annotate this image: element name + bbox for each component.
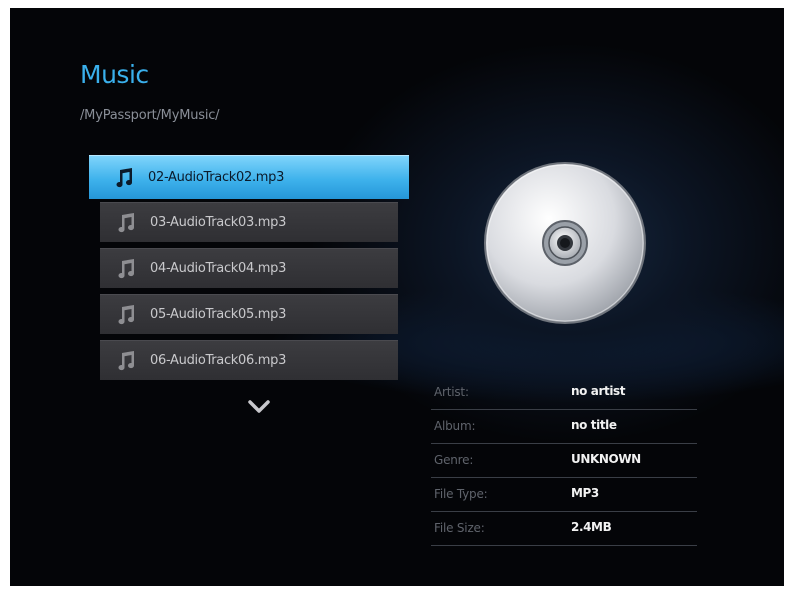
track-label: 06-AudioTrack06.mp3 [150, 353, 287, 368]
detail-value: 2.4MB [571, 520, 612, 534]
detail-value: UNKNOWN [571, 452, 641, 466]
track-item[interactable]: 04-AudioTrack04.mp3 [100, 248, 398, 288]
track-item[interactable]: 05-AudioTrack05.mp3 [100, 294, 398, 334]
detail-label: File Size: [434, 521, 485, 535]
chevron-down-icon[interactable] [248, 400, 270, 414]
track-label: 03-AudioTrack03.mp3 [150, 215, 287, 230]
detail-row-genre: Genre: UNKNOWN [431, 444, 697, 478]
detail-value: no title [571, 418, 617, 432]
music-note-icon [116, 167, 133, 187]
music-note-icon [118, 212, 135, 232]
page-title: Music [80, 60, 149, 89]
detail-row-file-type: File Type: MP3 [431, 478, 697, 512]
track-item[interactable]: 03-AudioTrack03.mp3 [100, 202, 398, 242]
track-details: Artist: no artist Album: no title Genre:… [431, 376, 697, 546]
breadcrumb-path: /MyPassport/MyMusic/ [80, 108, 220, 123]
detail-value: MP3 [571, 486, 599, 500]
music-note-icon [118, 350, 135, 370]
track-item-selected[interactable]: 02-AudioTrack02.mp3 [89, 155, 409, 199]
detail-row-artist: Artist: no artist [431, 376, 697, 410]
music-note-icon [118, 304, 135, 324]
detail-row-album: Album: no title [431, 410, 697, 444]
cd-disc-icon [484, 162, 646, 324]
detail-value: no artist [571, 384, 626, 398]
detail-row-file-size: File Size: 2.4MB [431, 512, 697, 546]
media-player-screen: Music /MyPassport/MyMusic/ 02-AudioTrack… [10, 8, 784, 586]
detail-label: Genre: [434, 453, 474, 467]
track-label: 04-AudioTrack04.mp3 [150, 261, 287, 276]
track-label: 02-AudioTrack02.mp3 [148, 170, 285, 185]
detail-label: Artist: [434, 385, 469, 399]
music-note-icon [118, 258, 135, 278]
track-item[interactable]: 06-AudioTrack06.mp3 [100, 340, 398, 380]
detail-label: Album: [434, 419, 476, 433]
track-label: 05-AudioTrack05.mp3 [150, 307, 287, 322]
detail-label: File Type: [434, 487, 488, 501]
